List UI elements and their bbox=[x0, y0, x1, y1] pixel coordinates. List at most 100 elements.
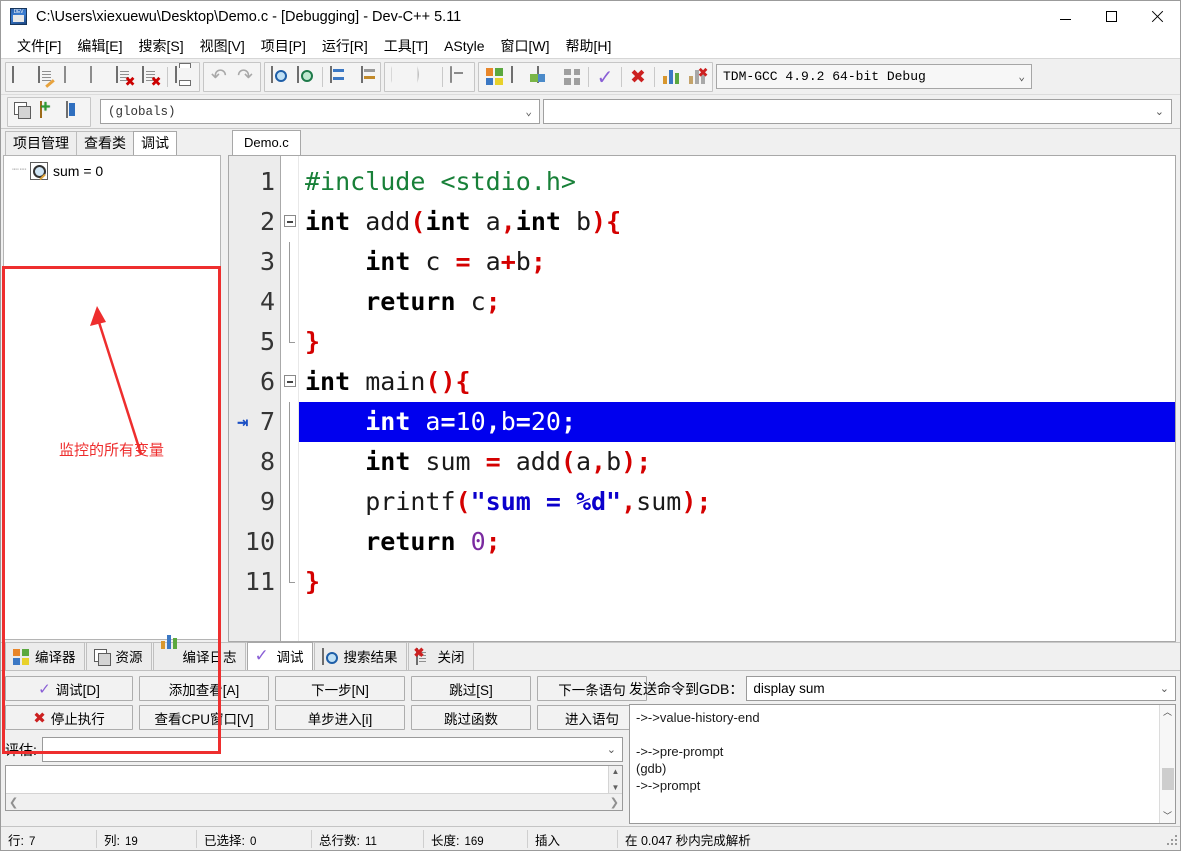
code-line[interactable]: } bbox=[299, 322, 1175, 362]
class-browser-icon[interactable] bbox=[529, 64, 559, 90]
next-step-button[interactable]: 下一步[N] bbox=[275, 676, 405, 701]
step-into-button[interactable]: 单步进入[i] bbox=[275, 705, 405, 730]
gdb-command-input[interactable]: display sum ⌄ bbox=[746, 676, 1176, 701]
evaluate-input[interactable]: ⌄ bbox=[41, 737, 623, 762]
menu-view[interactable]: 视图[V] bbox=[192, 34, 253, 58]
menu-help[interactable]: 帮助[H] bbox=[558, 34, 620, 58]
tab-debug[interactable]: 调试 bbox=[133, 131, 177, 155]
globals-selector[interactable]: (globals) ⌄ bbox=[100, 99, 540, 124]
code-line[interactable]: int a=10,b=20; bbox=[299, 402, 1175, 442]
stop-icon[interactable]: ✖ bbox=[625, 64, 651, 90]
copy-window-icon[interactable] bbox=[10, 99, 36, 125]
watch-item[interactable]: ┈┈ sum = 0 bbox=[4, 156, 220, 180]
goto-line-icon[interactable] bbox=[326, 64, 352, 90]
evaluate-vertical-scrollbar[interactable]: ▲ ▼ bbox=[608, 766, 622, 793]
gdb-scrollbar[interactable]: ︿ ﹀ bbox=[1159, 705, 1175, 823]
goto-function-icon[interactable] bbox=[352, 64, 378, 90]
tab-project-manager[interactable]: 项目管理 bbox=[5, 131, 77, 155]
code-line[interactable]: int c = a+b; bbox=[299, 242, 1175, 282]
stop-execution-button[interactable]: ✖ 停止执行 bbox=[5, 705, 133, 730]
resize-grip-icon[interactable] bbox=[1164, 832, 1178, 846]
tab-close-panel[interactable]: ✖ 关闭 bbox=[407, 642, 474, 670]
minimize-button[interactable] bbox=[1042, 1, 1088, 33]
tab-search-results-label: 搜索结果 bbox=[343, 650, 398, 665]
open-file-icon[interactable] bbox=[34, 64, 60, 90]
code-line[interactable]: return 0; bbox=[299, 522, 1175, 562]
project-manager-icon[interactable] bbox=[481, 64, 507, 90]
tab-compiler[interactable]: 编译器 bbox=[5, 642, 85, 670]
next-tab-icon[interactable] bbox=[413, 64, 439, 90]
tab-resource[interactable]: 资源 bbox=[85, 642, 152, 670]
menu-window[interactable]: 窗口[W] bbox=[493, 34, 558, 58]
view-cpu-window-button[interactable]: 查看CPU窗口[V] bbox=[139, 705, 269, 730]
undo-icon[interactable]: ↶ bbox=[206, 64, 232, 90]
tab-demo-c[interactable]: Demo.c bbox=[232, 130, 301, 155]
code-token: return bbox=[365, 287, 456, 316]
fold-marker[interactable] bbox=[281, 362, 298, 402]
code-line[interactable]: printf("sum = %d",sum); bbox=[299, 482, 1175, 522]
close-all-icon[interactable]: ✖ bbox=[138, 64, 164, 90]
step-over-button[interactable]: 跳过[S] bbox=[411, 676, 531, 701]
watch-list[interactable]: ┈┈ sum = 0 bbox=[3, 155, 221, 640]
scroll-down-icon[interactable]: ﹀ bbox=[1163, 809, 1172, 823]
toggle-panel-icon[interactable] bbox=[446, 64, 472, 90]
menu-edit[interactable]: 编辑[E] bbox=[69, 34, 130, 58]
book-icon[interactable] bbox=[62, 99, 88, 125]
code-line[interactable]: return c; bbox=[299, 282, 1175, 322]
close-file-icon[interactable]: ✖ bbox=[112, 64, 138, 90]
code-content[interactable]: #include <stdio.h> int add(int a,int b){ … bbox=[299, 156, 1175, 641]
prev-tab-icon[interactable] bbox=[387, 64, 413, 90]
save-icon[interactable] bbox=[60, 64, 86, 90]
tab-search-results[interactable]: 搜索结果 bbox=[313, 642, 407, 670]
compiler-selector[interactable]: TDM-GCC 4.9.2 64-bit Debug ⌄ bbox=[716, 64, 1032, 89]
code-line[interactable]: } bbox=[299, 562, 1175, 602]
tile-icon[interactable] bbox=[559, 64, 585, 90]
skip-function-button[interactable]: 跳过函数 bbox=[411, 705, 531, 730]
scroll-up-icon[interactable]: ︿ bbox=[1163, 705, 1172, 719]
code-token: ; bbox=[485, 287, 501, 316]
replace-icon[interactable] bbox=[293, 64, 319, 90]
debug-check-icon: ✓ bbox=[254, 645, 269, 666]
code-token: = bbox=[440, 407, 456, 436]
fold-marker[interactable] bbox=[281, 202, 298, 242]
scroll-right-icon[interactable]: ❯ bbox=[610, 796, 619, 809]
print-icon[interactable] bbox=[171, 64, 197, 90]
debug-button[interactable]: ✓ 调试[D] bbox=[5, 676, 133, 701]
code-line[interactable]: int main(){ bbox=[299, 362, 1175, 402]
scroll-left-icon[interactable]: ❮ bbox=[9, 796, 18, 809]
tab-class-browser[interactable]: 查看类 bbox=[76, 131, 134, 155]
compile-icon[interactable]: ✓ bbox=[592, 64, 618, 90]
code-line[interactable]: int add(int a,int b){ bbox=[299, 202, 1175, 242]
menu-astyle[interactable]: AStyle bbox=[436, 36, 492, 56]
code-editor[interactable]: 1 2 3 4 5 6 ⇥ 7 8 9 10 11 #include <stdio.h> int add… bbox=[228, 155, 1176, 642]
scrollbar-thumb[interactable] bbox=[1162, 768, 1174, 790]
add-folder-icon[interactable] bbox=[36, 99, 62, 125]
maximize-button[interactable] bbox=[1088, 1, 1134, 33]
add-watch-button[interactable]: 添加查看[A] bbox=[139, 676, 269, 701]
menu-file[interactable]: 文件[F] bbox=[9, 34, 69, 58]
close-button[interactable] bbox=[1134, 1, 1180, 33]
evaluate-horizontal-scrollbar[interactable]: ❮ ❯ bbox=[6, 793, 622, 810]
redo-icon[interactable]: ↷ bbox=[232, 64, 258, 90]
profile-icon[interactable] bbox=[658, 64, 684, 90]
code-line[interactable]: #include <stdio.h> bbox=[299, 162, 1175, 202]
tab-compile-log[interactable]: 编译日志 bbox=[152, 634, 246, 670]
scroll-down-icon[interactable]: ▼ bbox=[612, 783, 620, 792]
menu-run[interactable]: 运行[R] bbox=[314, 34, 376, 58]
scroll-up-icon[interactable]: ▲ bbox=[612, 767, 620, 776]
evaluate-result-box[interactable]: ▲ ▼ ❮ ❯ bbox=[5, 765, 623, 811]
menu-search[interactable]: 搜索[S] bbox=[130, 34, 191, 58]
member-selector[interactable]: ⌄ bbox=[543, 99, 1172, 124]
save-all-icon[interactable] bbox=[86, 64, 112, 90]
code-folding-column[interactable] bbox=[281, 156, 299, 641]
find-icon[interactable] bbox=[267, 64, 293, 90]
code-line[interactable]: int sum = add(a,b); bbox=[299, 442, 1175, 482]
gdb-output-line: ->->prompt bbox=[636, 778, 701, 793]
menu-project[interactable]: 项目[P] bbox=[253, 34, 314, 58]
tab-debug-panel[interactable]: ✓ 调试 bbox=[246, 642, 313, 670]
new-file-icon[interactable] bbox=[8, 64, 34, 90]
menu-tools[interactable]: 工具[T] bbox=[376, 34, 436, 58]
gdb-output[interactable]: ->->value-history-end ->->pre-prompt (gdb… bbox=[629, 704, 1176, 824]
debug-stop-icon[interactable] bbox=[684, 64, 710, 90]
